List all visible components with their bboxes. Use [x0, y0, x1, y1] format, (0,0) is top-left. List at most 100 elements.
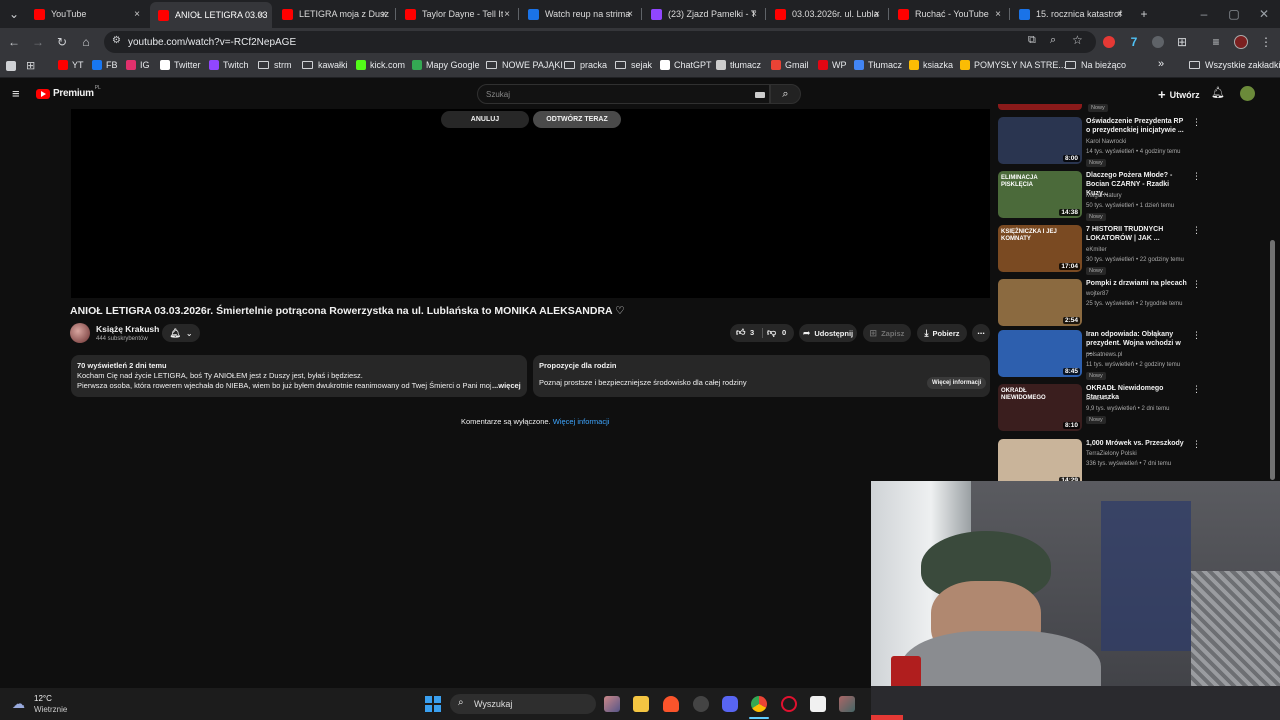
bookmark-item[interactable]: Mapy Google [412, 60, 480, 70]
more-vert-icon[interactable]: ⋮ [1192, 330, 1201, 341]
recommended-video[interactable]: ELIMINACJA PISKLĘCIA 14:38 Dlaczego Pożera… [998, 171, 1201, 221]
bookmark-item[interactable]: Tłumacz [854, 60, 902, 70]
bookmark-item[interactable]: strm [258, 60, 292, 70]
dislike-icon[interactable]: 👎︎ [767, 327, 776, 338]
autoplay-cancel-button[interactable]: ANULUJ [441, 111, 529, 128]
video-channel[interactable]: LukasTV [1086, 396, 1110, 402]
tab-search-chevron-icon[interactable]: ⌄ [6, 6, 22, 22]
site-info-icon[interactable]: ⚙ [112, 35, 121, 46]
more-vert-icon[interactable]: ⋮ [1192, 225, 1201, 236]
recommended-video[interactable]: 14:29 1,000 Mrówek vs. Przeszkody TerraZie… [998, 439, 1201, 487]
youtube-logo[interactable]: Premium PL [36, 85, 101, 99]
autoplay-play-now-button[interactable]: ODTWÓRZ TERAZ [533, 111, 621, 128]
browser-menu-icon[interactable]: ⋮ [1258, 34, 1274, 50]
chrome-icon[interactable] [751, 696, 767, 712]
reload-icon[interactable]: ↻ [54, 34, 70, 50]
more-vert-icon[interactable]: ⋮ [1192, 439, 1201, 450]
side-panel-icon[interactable] [6, 61, 16, 71]
video-thumbnail[interactable]: ELIMINACJA PISKLĘCIA 14:38 [998, 171, 1082, 218]
profile-avatar[interactable] [1234, 35, 1248, 49]
reading-list-icon[interactable]: ≡ [1208, 34, 1224, 50]
video-title[interactable]: Pompki z drzwiami na plecach [1086, 279, 1188, 288]
capcut-icon[interactable] [810, 696, 826, 712]
taskbar-app-photo-icon[interactable] [604, 696, 620, 712]
video-thumbnail[interactable]: 14:29 [998, 439, 1082, 486]
more-actions-button[interactable]: ⋯ [972, 324, 990, 342]
hamburger-menu-icon[interactable]: ≡ [12, 86, 20, 101]
tab-close-icon[interactable]: × [381, 9, 387, 20]
channel-avatar[interactable] [70, 323, 90, 343]
opera-gx-icon[interactable] [781, 696, 797, 712]
new-tab-icon[interactable]: + [1136, 6, 1152, 22]
account-avatar[interactable] [1240, 86, 1255, 101]
recommended-video[interactable]: 8:00 Oświadczenie Prezydenta RP o prezyde… [998, 117, 1201, 167]
bookmark-item[interactable]: ksiazka [909, 60, 953, 70]
search-button[interactable]: ⌕ [770, 84, 801, 104]
address-bar[interactable]: ⚙ youtube.com/watch?v=-RCf2NepAGE ⧉ ⌕ ☆ [104, 31, 1096, 53]
video-title[interactable]: Oświadczenie Prezydenta RP o prezydencki… [1086, 117, 1188, 135]
more-bookmarks-icon[interactable]: » [1158, 58, 1164, 70]
weather-icon[interactable]: ☁ [12, 696, 25, 712]
video-channel[interactable]: Karol Nawrocki [1086, 139, 1126, 145]
video-channel[interactable]: polsatnews.pl [1086, 352, 1122, 358]
create-button[interactable]: + Utwórz [1158, 87, 1200, 102]
tab-close-icon[interactable]: × [995, 9, 1001, 20]
sidebar-scrollbar[interactable] [1270, 240, 1275, 480]
video-thumbnail[interactable]: 8:00 [998, 117, 1082, 164]
extensions-puzzle-icon[interactable]: ⊞ [1174, 34, 1190, 50]
browser-tab[interactable]: Taylor Dayne - Tell It × [397, 3, 518, 25]
tab-close-icon[interactable]: × [627, 9, 633, 20]
more-vert-icon[interactable]: ⋮ [1192, 279, 1201, 290]
video-title[interactable]: 7 HISTORII TRUDNYCH LOKATORÓW | JAK ... [1086, 225, 1188, 243]
all-bookmarks-folder[interactable]: Wszystkie zakładki [1189, 60, 1280, 70]
zoom-icon[interactable]: ⌕ [1050, 34, 1056, 47]
tab-close-icon[interactable]: × [1117, 9, 1123, 20]
video-channel[interactable]: eKmiter [1086, 247, 1107, 253]
browser-tab[interactable]: (23) Zjazd Pamelki - T × [643, 3, 765, 25]
bookmark-item[interactable]: kick.com [356, 60, 405, 70]
bookmark-item[interactable]: YT [58, 60, 84, 70]
taskbar-app-avatar-icon[interactable] [839, 696, 855, 712]
minimize-icon[interactable]: – [1196, 6, 1212, 22]
back-icon[interactable]: ← [6, 34, 22, 50]
brave-browser-icon[interactable] [663, 696, 679, 712]
browser-tab[interactable]: Ruchać - YouTube × [890, 3, 1009, 25]
browser-tab[interactable]: ANIOŁ LETIGRA 03.03 × [150, 2, 272, 28]
bookmark-item[interactable]: ChatGPT [660, 60, 712, 70]
video-thumbnail[interactable]: OKRADŁ NIEWIDOMEGO 8:10 [998, 384, 1082, 431]
notifications-bell-icon[interactable]: 🔔︎ [1211, 86, 1225, 99]
recommended-video[interactable]: OKRADŁ NIEWIDOMEGO 8:10 OKRADŁ Niewidomego… [998, 384, 1201, 432]
file-explorer-icon[interactable] [633, 696, 649, 712]
video-thumbnail[interactable]: KSIĘŻNICZKA I JEJ KOMNATY 17:04 [998, 225, 1082, 272]
forward-icon[interactable]: → [30, 34, 46, 50]
recommended-video[interactable]: 8:45 Iran odpowiada: Obłąkany prezydent. … [998, 330, 1201, 380]
extension-gray-icon[interactable] [1152, 36, 1164, 48]
bookmark-star-icon[interactable]: ☆ [1072, 33, 1083, 47]
dislike-count[interactable]: 0 [782, 328, 786, 337]
more-vert-icon[interactable]: ⋮ [1192, 117, 1201, 128]
browser-tab[interactable]: 15. rocznica katastrof × [1011, 3, 1131, 25]
taskbar-search[interactable]: ⌕ Wyszukaj [450, 694, 596, 714]
video-thumbnail[interactable]: 2:54 [998, 279, 1082, 326]
tab-close-icon[interactable]: × [751, 9, 757, 20]
weather-condition[interactable]: Wietrznie [34, 705, 67, 714]
tab-close-icon[interactable]: × [258, 10, 264, 21]
video-player[interactable]: ANULUJ ODTWÓRZ TERAZ [71, 109, 990, 298]
video-channel[interactable]: wojter87 [1086, 291, 1109, 297]
keyboard-icon[interactable] [755, 92, 765, 98]
maximize-icon[interactable]: ▢ [1226, 6, 1242, 22]
video-channel[interactable]: Magia Natury [1086, 193, 1122, 199]
like-count[interactable]: 3 [750, 328, 754, 337]
bookmark-item[interactable]: WP [818, 60, 847, 70]
save-button[interactable]: ⊞ Zapisz [863, 324, 911, 342]
browser-tab[interactable]: 03.03.2026r. ul. Lubla × [767, 3, 888, 25]
home-icon[interactable]: ⌂ [78, 34, 94, 50]
more-vert-icon[interactable]: ⋮ [1192, 384, 1201, 395]
bookmark-item[interactable]: FB [92, 60, 118, 70]
download-button[interactable]: ⤓ Pobierz [917, 324, 967, 342]
bookmark-item[interactable]: Twitter [160, 60, 201, 70]
discord-icon[interactable] [722, 696, 738, 712]
window-close-icon[interactable]: ✕ [1256, 6, 1272, 22]
browser-tab[interactable]: Watch reup na strima × [520, 3, 641, 25]
extension-record-icon[interactable] [1103, 36, 1115, 48]
